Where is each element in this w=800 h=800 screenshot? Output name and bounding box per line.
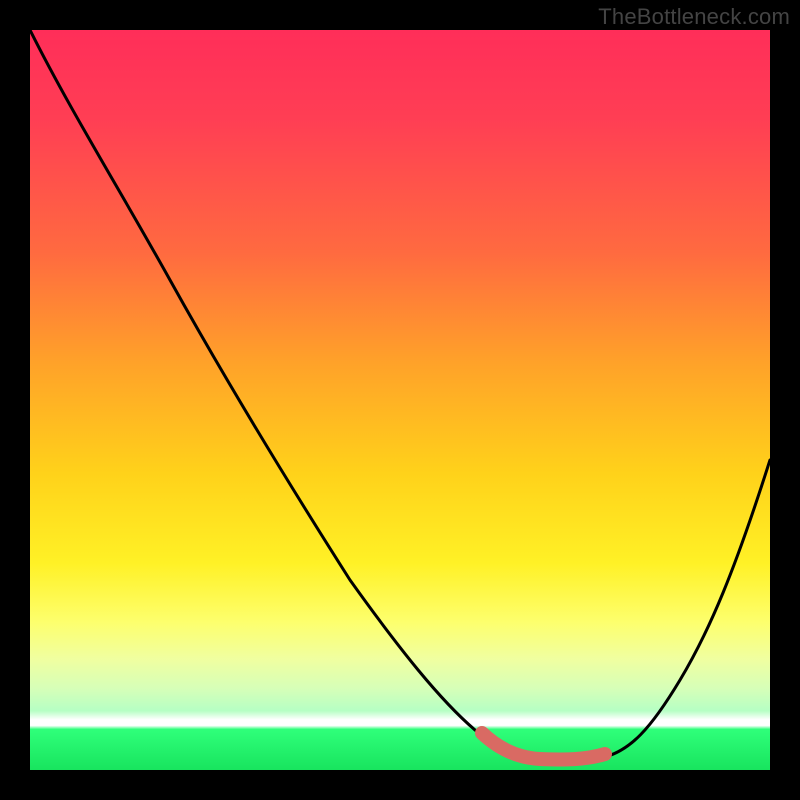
- curve-layer: [30, 30, 770, 770]
- bottleneck-curve: [30, 30, 770, 760]
- watermark-text: TheBottleneck.com: [598, 4, 790, 30]
- chart-frame: TheBottleneck.com: [0, 0, 800, 800]
- highlight-segment: [482, 733, 605, 759]
- plot-area: [30, 30, 770, 770]
